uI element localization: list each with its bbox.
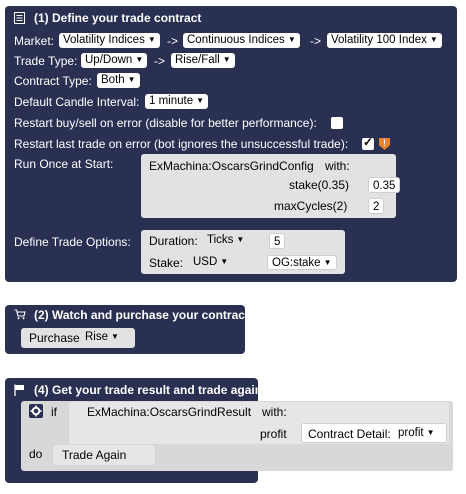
block-title: (2) Watch and purchase your contract [34, 308, 249, 322]
stake-param-label: stake(0.35) [289, 178, 350, 192]
chevron-down-icon: ▼ [287, 35, 296, 44]
result-with-label: with: [262, 405, 287, 419]
trade-options-block[interactable]: Duration: Ticks ▼ 5 Stake: USD ▼ OG:stake ▼ [141, 230, 345, 274]
max-cycles-value-field[interactable]: 2 [368, 198, 385, 214]
restart-error-label: Restart buy/sell on error (disable for b… [14, 116, 317, 130]
define-trade-options-label: Define Trade Options: [14, 235, 131, 249]
chevron-down-icon: ▼ [429, 35, 438, 44]
result-function-block[interactable]: ExMachina:OscarsGrindResult with: profit… [69, 402, 449, 444]
separator-arrow: -> [310, 34, 322, 48]
candle-interval-dropdown[interactable]: 1 minute ▼ [145, 94, 209, 109]
contract-detail-label: Contract Detail: [308, 427, 391, 441]
currency-dropdown[interactable]: USD ▼ [189, 255, 233, 270]
result-function-name: ExMachina:OscarsGrindResult [87, 405, 252, 419]
stake-label: Stake: [149, 256, 184, 270]
chevron-down-icon: ▼ [196, 96, 205, 105]
duration-label: Duration: [149, 234, 198, 248]
market-dropdown[interactable]: Volatility Indices ▼ [59, 33, 160, 48]
flag-icon [14, 384, 25, 399]
contract-type-dropdown[interactable]: Both ▼ [97, 73, 140, 88]
candle-interval-label: Default Candle Interval: [14, 95, 140, 109]
restart-last-label: Restart last trade on error (bot ignores… [14, 137, 349, 151]
warning-icon[interactable]: ! [379, 138, 390, 150]
document-icon [14, 12, 25, 27]
chevron-down-icon: ▼ [222, 55, 231, 64]
purchase-statement[interactable]: Purchase Rise ▼ [21, 328, 135, 348]
purchase-direction-dropdown[interactable]: Rise ▼ [81, 330, 123, 345]
restart-error-checkbox[interactable] [331, 117, 343, 129]
max-cycles-param-label: maxCycles(2) [274, 199, 348, 213]
chevron-down-icon: ▼ [147, 35, 156, 44]
duration-value-field[interactable]: 5 [269, 233, 286, 249]
trade-contract-block[interactable]: (1) Define your trade contract Market: V… [5, 6, 457, 282]
chevron-down-icon: ▼ [220, 257, 229, 266]
cart-icon [14, 309, 26, 323]
trade-again-block[interactable]: Trade Again [53, 445, 155, 465]
submarket-dropdown[interactable]: Continuous Indices ▼ [183, 33, 300, 48]
purchase-block[interactable]: (2) Watch and purchase your contract Pur… [5, 305, 249, 354]
contract-detail-dropdown[interactable]: profit ▼ [394, 426, 439, 441]
run-once-label: Run Once at Start: [14, 157, 114, 171]
trade-type-category-dropdown[interactable]: Up/Down ▼ [81, 53, 148, 68]
separator-arrow: -> [154, 54, 166, 68]
block-title: (4) Get your trade result and trade agai… [34, 383, 263, 397]
if-label: if [51, 405, 57, 419]
restart-last-checkbox[interactable] [362, 135, 374, 150]
stake-value-field[interactable]: 0.35 [368, 177, 401, 193]
config-with-label: with: [325, 159, 350, 173]
contract-detail-block[interactable]: Contract Detail: profit ▼ [301, 423, 447, 443]
separator-arrow: -> [167, 34, 179, 48]
chevron-down-icon: ▼ [236, 235, 245, 244]
do-label: do [29, 447, 43, 461]
profit-param-label: profit [260, 427, 287, 441]
chevron-down-icon: ▼ [323, 258, 332, 267]
chevron-down-icon: ▼ [426, 428, 435, 437]
market-label: Market: [14, 34, 55, 48]
contract-type-label: Contract Type: [14, 74, 92, 88]
config-block-name: ExMachina:OscarsGrindConfig [149, 159, 314, 173]
block-title: (1) Define your trade contract [34, 11, 202, 25]
duration-unit-dropdown[interactable]: Ticks ▼ [203, 233, 249, 248]
trade-type-dropdown[interactable]: Rise/Fall ▼ [171, 53, 235, 68]
if-block[interactable]: if ExMachina:OscarsGrindResult with: pro… [21, 401, 453, 471]
chevron-down-icon: ▼ [111, 332, 119, 341]
config-block[interactable]: ExMachina:OscarsGrindConfig with: stake(… [141, 154, 401, 218]
trade-again-label: Trade Again [62, 448, 127, 462]
trade-type-label: Trade Type: [14, 54, 78, 68]
gear-icon[interactable] [29, 404, 43, 418]
symbol-dropdown[interactable]: Volatility 100 Index ▼ [327, 33, 442, 48]
chevron-down-icon: ▼ [135, 55, 144, 64]
purchase-label: Purchase [29, 331, 80, 345]
chevron-down-icon: ▼ [127, 75, 136, 84]
stake-variable-dropdown[interactable]: OG:stake ▼ [267, 255, 337, 270]
